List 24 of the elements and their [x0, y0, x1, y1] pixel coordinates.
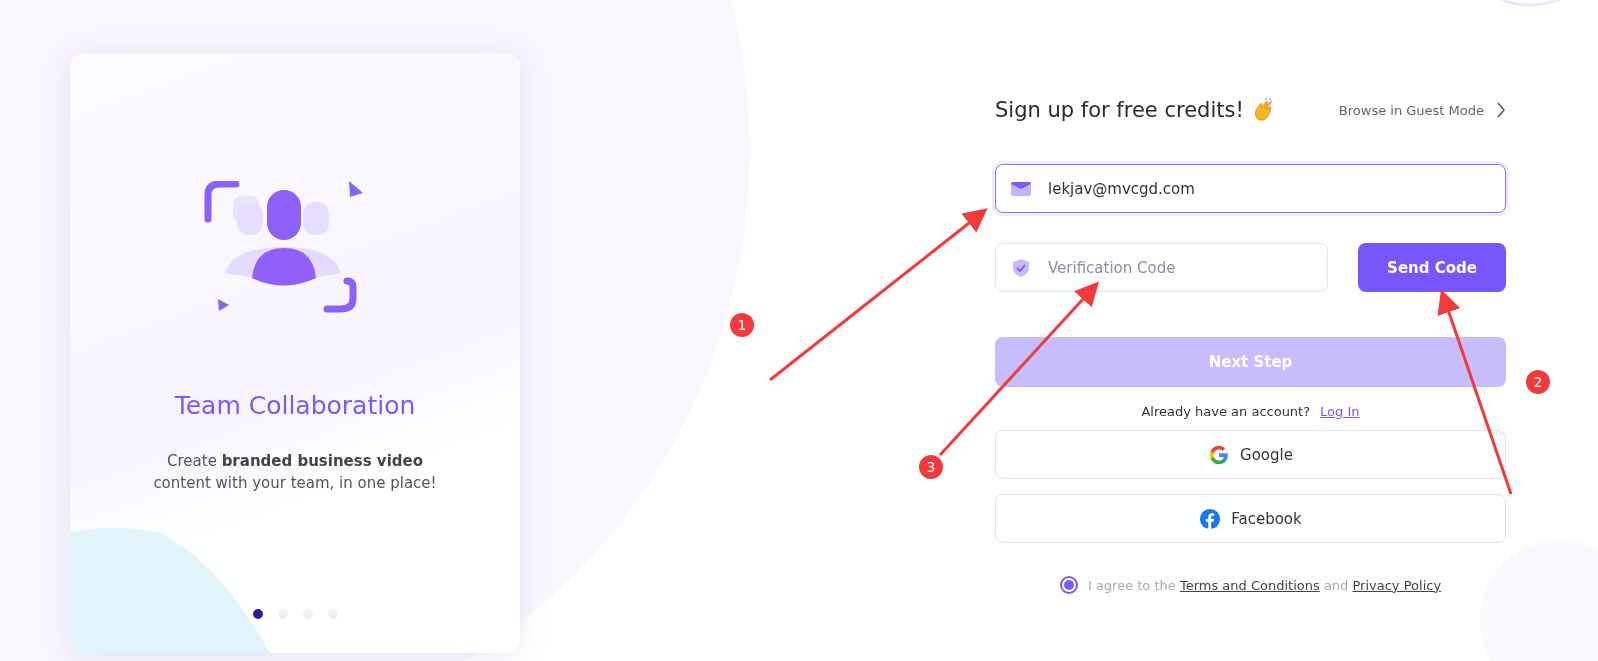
- facebook-logo-icon: [1199, 507, 1222, 530]
- facebook-login-button[interactable]: Facebook: [995, 494, 1506, 543]
- google-logo-icon: [1208, 443, 1231, 466]
- google-login-button[interactable]: Google: [995, 430, 1506, 479]
- annotation-badge: 3: [919, 455, 943, 479]
- annotation-badge: 2: [1526, 370, 1550, 394]
- shield-check-icon: [1011, 258, 1031, 278]
- chevron-right-icon: [1496, 102, 1506, 118]
- slide-title: Team Collaboration: [174, 391, 416, 420]
- guest-mode-link[interactable]: Browse in Guest Mode: [1338, 102, 1506, 118]
- terms-link[interactable]: Terms and Conditions: [1179, 577, 1320, 593]
- slide-description: Create branded business video content with your team, in one place!: [152, 451, 438, 494]
- annotation-badge: 1: [730, 313, 754, 337]
- carousel-dot[interactable]: [252, 609, 263, 619]
- privacy-link[interactable]: Privacy Policy: [1352, 577, 1442, 593]
- envelope-icon: [1011, 179, 1031, 199]
- agree-radio[interactable]: [1059, 576, 1078, 594]
- form-title: Sign up for free credits!: [995, 98, 1244, 122]
- login-prompt: Already have an account?: [1141, 404, 1311, 419]
- email-field[interactable]: lekjav@mvcgd.com: [995, 164, 1506, 213]
- agreement-text: I agree to the Terms and Conditions and Privacy Policy: [1087, 577, 1442, 593]
- login-link[interactable]: Log In: [1320, 404, 1360, 419]
- verification-code-field[interactable]: Verification Code: [995, 243, 1328, 292]
- send-code-button[interactable]: Send Code: [1358, 243, 1506, 292]
